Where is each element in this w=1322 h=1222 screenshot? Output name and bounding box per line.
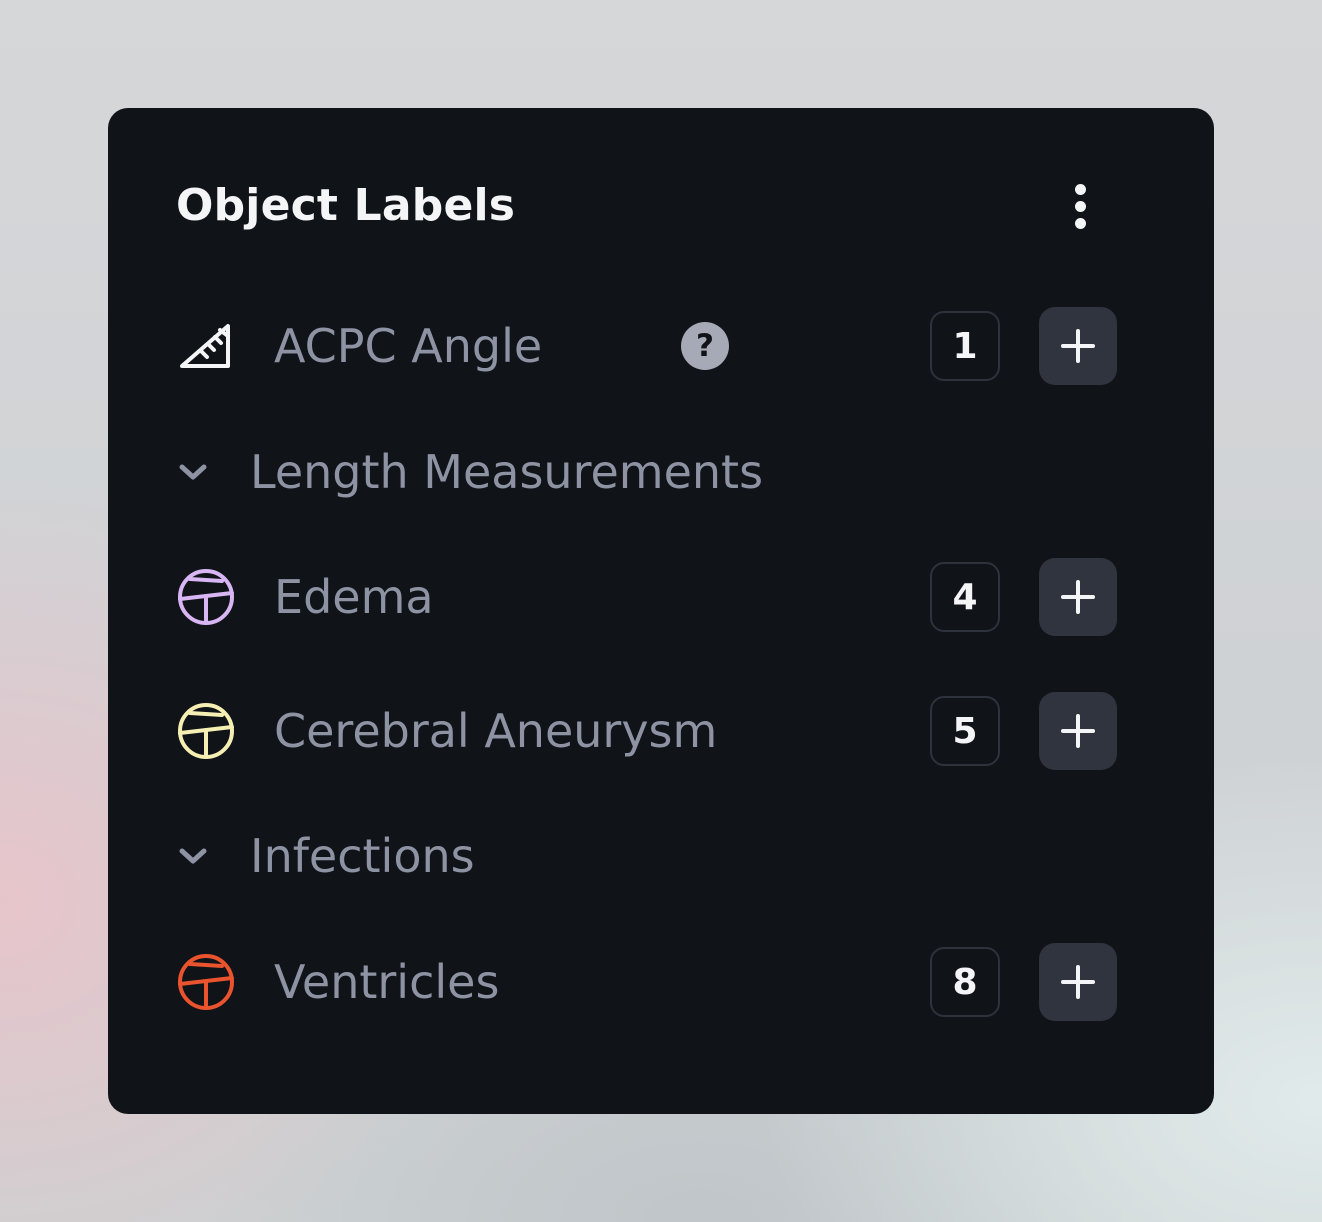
instance-count: 5	[930, 696, 1000, 766]
plus-icon	[1061, 580, 1095, 614]
panel-title: Object Labels	[176, 180, 516, 231]
plus-icon	[1061, 965, 1095, 999]
kebab-menu-icon[interactable]	[1062, 180, 1098, 232]
group-infections[interactable]: Infections	[176, 816, 1122, 896]
label-row-ventricles[interactable]: Ventricles 8	[176, 942, 1122, 1022]
instance-count: 4	[930, 562, 1000, 632]
chevron-down-icon[interactable]	[176, 455, 210, 489]
label-name: Ventricles	[274, 955, 500, 1009]
label-row-edema[interactable]: Edema 4	[176, 557, 1122, 637]
add-instance-button[interactable]	[1039, 943, 1117, 1021]
help-icon[interactable]: ?	[681, 322, 729, 370]
ruler-angle-icon	[180, 324, 230, 368]
add-instance-button[interactable]	[1039, 692, 1117, 770]
group-length-measurements[interactable]: Length Measurements	[176, 432, 1122, 512]
label-row-acpc-angle[interactable]: ACPC Angle ? 1	[176, 306, 1122, 386]
group-name: Length Measurements	[250, 445, 764, 499]
label-name: Edema	[274, 570, 434, 624]
segment-circle-icon	[178, 569, 234, 625]
add-instance-button[interactable]	[1039, 307, 1117, 385]
segment-circle-icon	[178, 954, 234, 1010]
segment-circle-icon	[178, 703, 234, 759]
instance-count: 8	[930, 947, 1000, 1017]
label-name: Cerebral Aneurysm	[274, 704, 718, 758]
add-instance-button[interactable]	[1039, 558, 1117, 636]
instance-count: 1	[930, 311, 1000, 381]
chevron-down-icon[interactable]	[176, 839, 210, 873]
group-name: Infections	[250, 829, 475, 883]
label-name: ACPC Angle	[274, 319, 543, 373]
plus-icon	[1061, 714, 1095, 748]
plus-icon	[1061, 329, 1095, 363]
object-labels-panel: Object Labels ACPC Angle ? 1 Length Meas…	[108, 108, 1214, 1114]
label-row-cerebral-aneurysm[interactable]: Cerebral Aneurysm 5	[176, 691, 1122, 771]
